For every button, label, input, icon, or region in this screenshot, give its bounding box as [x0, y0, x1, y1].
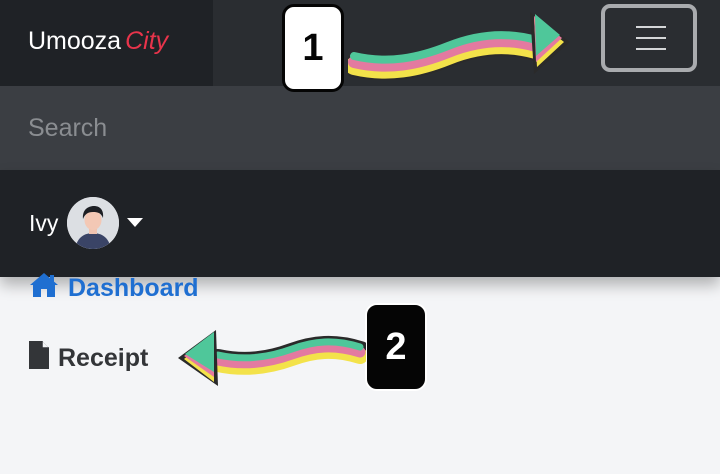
brand-container: Umooza City	[0, 0, 213, 86]
user-menu: Ivy	[0, 170, 720, 277]
file-icon	[28, 340, 50, 377]
hamburger-bar-middle	[636, 37, 666, 39]
hamburger-menu-icon	[636, 26, 666, 28]
sidebar-item-receipt[interactable]: Receipt	[28, 340, 149, 377]
annotation-badge-1: 1	[282, 4, 344, 92]
hamburger-bar-bottom	[636, 48, 666, 50]
annotation-arrow-left-icon	[178, 330, 366, 386]
brand-accent: City	[125, 27, 169, 55]
annotation-arrow-right-icon	[348, 12, 570, 80]
brand-name: Umooza	[28, 27, 122, 55]
sidebar-item-label: Receipt	[58, 343, 149, 372]
search-bar	[0, 86, 720, 170]
navbar-toggle-button[interactable]	[601, 4, 697, 72]
brand-logo[interactable]: Umooza City	[28, 27, 168, 56]
search-input[interactable]	[0, 86, 720, 170]
user-name[interactable]: Ivy	[29, 210, 58, 237]
sidebar-item-label: Dashboard	[68, 273, 199, 302]
caret-down-icon[interactable]	[127, 218, 143, 227]
annotation-badge-2: 2	[365, 303, 427, 391]
user-avatar[interactable]	[67, 197, 119, 249]
home-icon	[28, 271, 60, 306]
sidebar-item-dashboard[interactable]: Dashboard	[28, 272, 199, 304]
